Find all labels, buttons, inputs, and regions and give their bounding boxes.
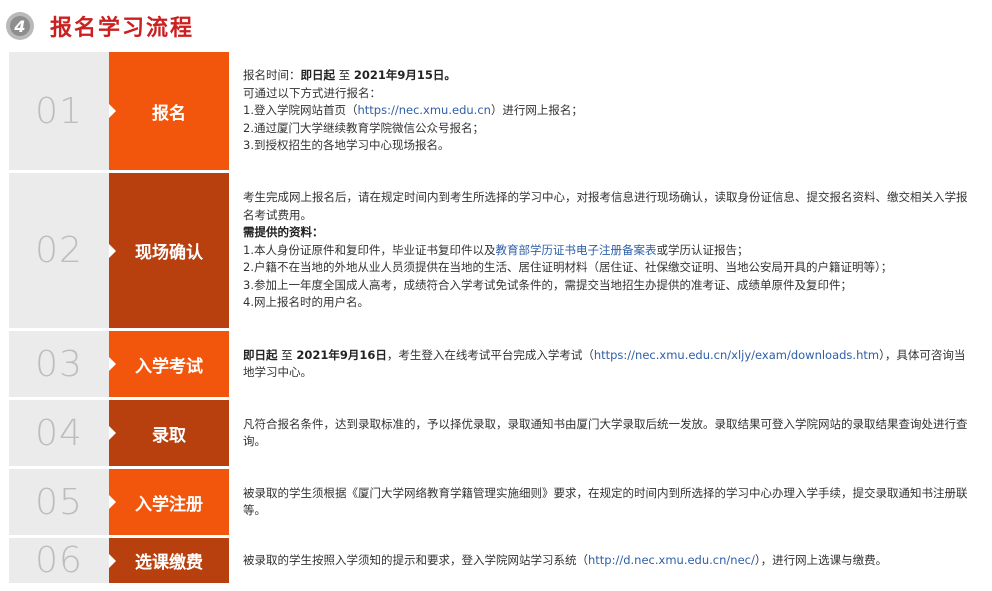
step-number: 04 xyxy=(35,412,83,454)
content-line: 被录取的学生须根据《厦门大学网络教育学籍管理实施细则》要求，在规定的时间内到所选… xyxy=(243,485,968,518)
step-label: 选课缴费 xyxy=(109,538,229,583)
content-line: 考生完成网上报名后，请在规定时间内到考生所选择的学习中心，对报考信息进行现场确认… xyxy=(243,190,968,222)
step-number-badge: 4 xyxy=(6,12,34,40)
step-number: 01 xyxy=(35,90,83,132)
learning-system-link[interactable]: http://d.nec.xmu.edu.cn/nec/ xyxy=(588,553,755,567)
content-line: 2.户籍不在当地的外地从业人员须提供在当地的生活、居住证明材料（居住证、社保缴交… xyxy=(243,260,893,275)
section-header: 4 报名学习流程 xyxy=(6,8,194,44)
step-number: 03 xyxy=(35,343,83,385)
step-content: 被录取的学生须根据《厦门大学网络教育学籍管理实施细则》要求，在规定的时间内到所选… xyxy=(229,469,989,535)
process-row: 03 入学考试 即日起 至 2021年9月16日，考生登入在线考试平台完成入学考… xyxy=(9,331,989,397)
content-line: 需提供的资料： xyxy=(243,225,324,240)
step-label: 入学考试 xyxy=(109,331,229,397)
process-row: 02 现场确认 考生完成网上报名后，请在规定时间内到考生所选择的学习中心，对报考… xyxy=(9,173,989,328)
content-line: 1.本人身份证原件和复印件，毕业证书复印件以及教育部学历证书电子注册备案表或学历… xyxy=(243,242,749,257)
section-title: 报名学习流程 xyxy=(50,16,195,41)
step-label: 录取 xyxy=(109,400,229,466)
registration-form-link[interactable]: 教育部学历证书电子注册备案表 xyxy=(495,243,656,257)
content-line: 凡符合报名条件，达到录取标准的，予以择优录取，录取通知书由厦门大学录取后统一发放… xyxy=(243,416,968,449)
step-label: 报名 xyxy=(109,52,229,170)
process-row: 06 选课缴费 被录取的学生按照入学须知的提示和要求，登入学院网站学习系统（ht… xyxy=(9,538,989,583)
step-number: 02 xyxy=(35,230,83,271)
process-table: 01 报名 报名时间：即日起 至 2021年9月15日。 可通过以下方式进行报名… xyxy=(9,52,989,583)
content-line: 3.参加上一年度全国成人高考，成绩符合入学考试免试条件的，需提交当地招生办提供的… xyxy=(243,277,852,292)
step-number: 05 xyxy=(35,481,83,523)
process-row: 01 报名 报名时间：即日起 至 2021年9月15日。 可通过以下方式进行报名… xyxy=(9,52,989,170)
content-line: 4.网上报名时的用户名。 xyxy=(243,295,369,310)
content-line: 即日起 至 2021年9月16日，考生登入在线考试平台完成入学考试（https:… xyxy=(243,347,966,380)
step-content: 报名时间：即日起 至 2021年9月15日。 可通过以下方式进行报名： 1.登入… xyxy=(229,52,989,170)
step-content: 考生完成网上报名后，请在规定时间内到考生所选择的学习中心，对报考信息进行现场确认… xyxy=(229,173,989,328)
process-row: 05 入学注册 被录取的学生须根据《厦门大学网络教育学籍管理实施细则》要求，在规… xyxy=(9,469,989,535)
step-label: 入学注册 xyxy=(109,469,229,535)
content-line: 被录取的学生按照入学须知的提示和要求，登入学院网站学习系统（http://d.n… xyxy=(243,552,888,567)
step-content: 即日起 至 2021年9月16日，考生登入在线考试平台完成入学考试（https:… xyxy=(229,331,989,397)
step-number: 06 xyxy=(35,540,83,581)
content-line: 报名时间：即日起 至 2021年9月15日。 xyxy=(243,68,456,83)
step-content: 被录取的学生按照入学须知的提示和要求，登入学院网站学习系统（http://d.n… xyxy=(229,538,989,583)
content-line: 可通过以下方式进行报名： xyxy=(243,85,381,100)
website-link[interactable]: https://nec.xmu.edu.cn xyxy=(357,103,490,117)
content-line: 3.到授权招生的各地学习中心现场报名。 xyxy=(243,138,450,153)
exam-url-link[interactable]: https://nec.xmu.edu.cn/xljy/exam/downloa… xyxy=(594,348,879,362)
step-content: 凡符合报名条件，达到录取标准的，予以择优录取，录取通知书由厦门大学录取后统一发放… xyxy=(229,400,989,466)
step-label: 现场确认 xyxy=(109,173,229,328)
content-line: 2.通过厦门大学继续教育学院微信公众号报名； xyxy=(243,120,484,135)
process-row: 04 录取 凡符合报名条件，达到录取标准的，予以择优录取，录取通知书由厦门大学录… xyxy=(9,400,989,466)
content-line: 1.登入学院网站首页（https://nec.xmu.edu.cn）进行网上报名… xyxy=(243,103,583,118)
